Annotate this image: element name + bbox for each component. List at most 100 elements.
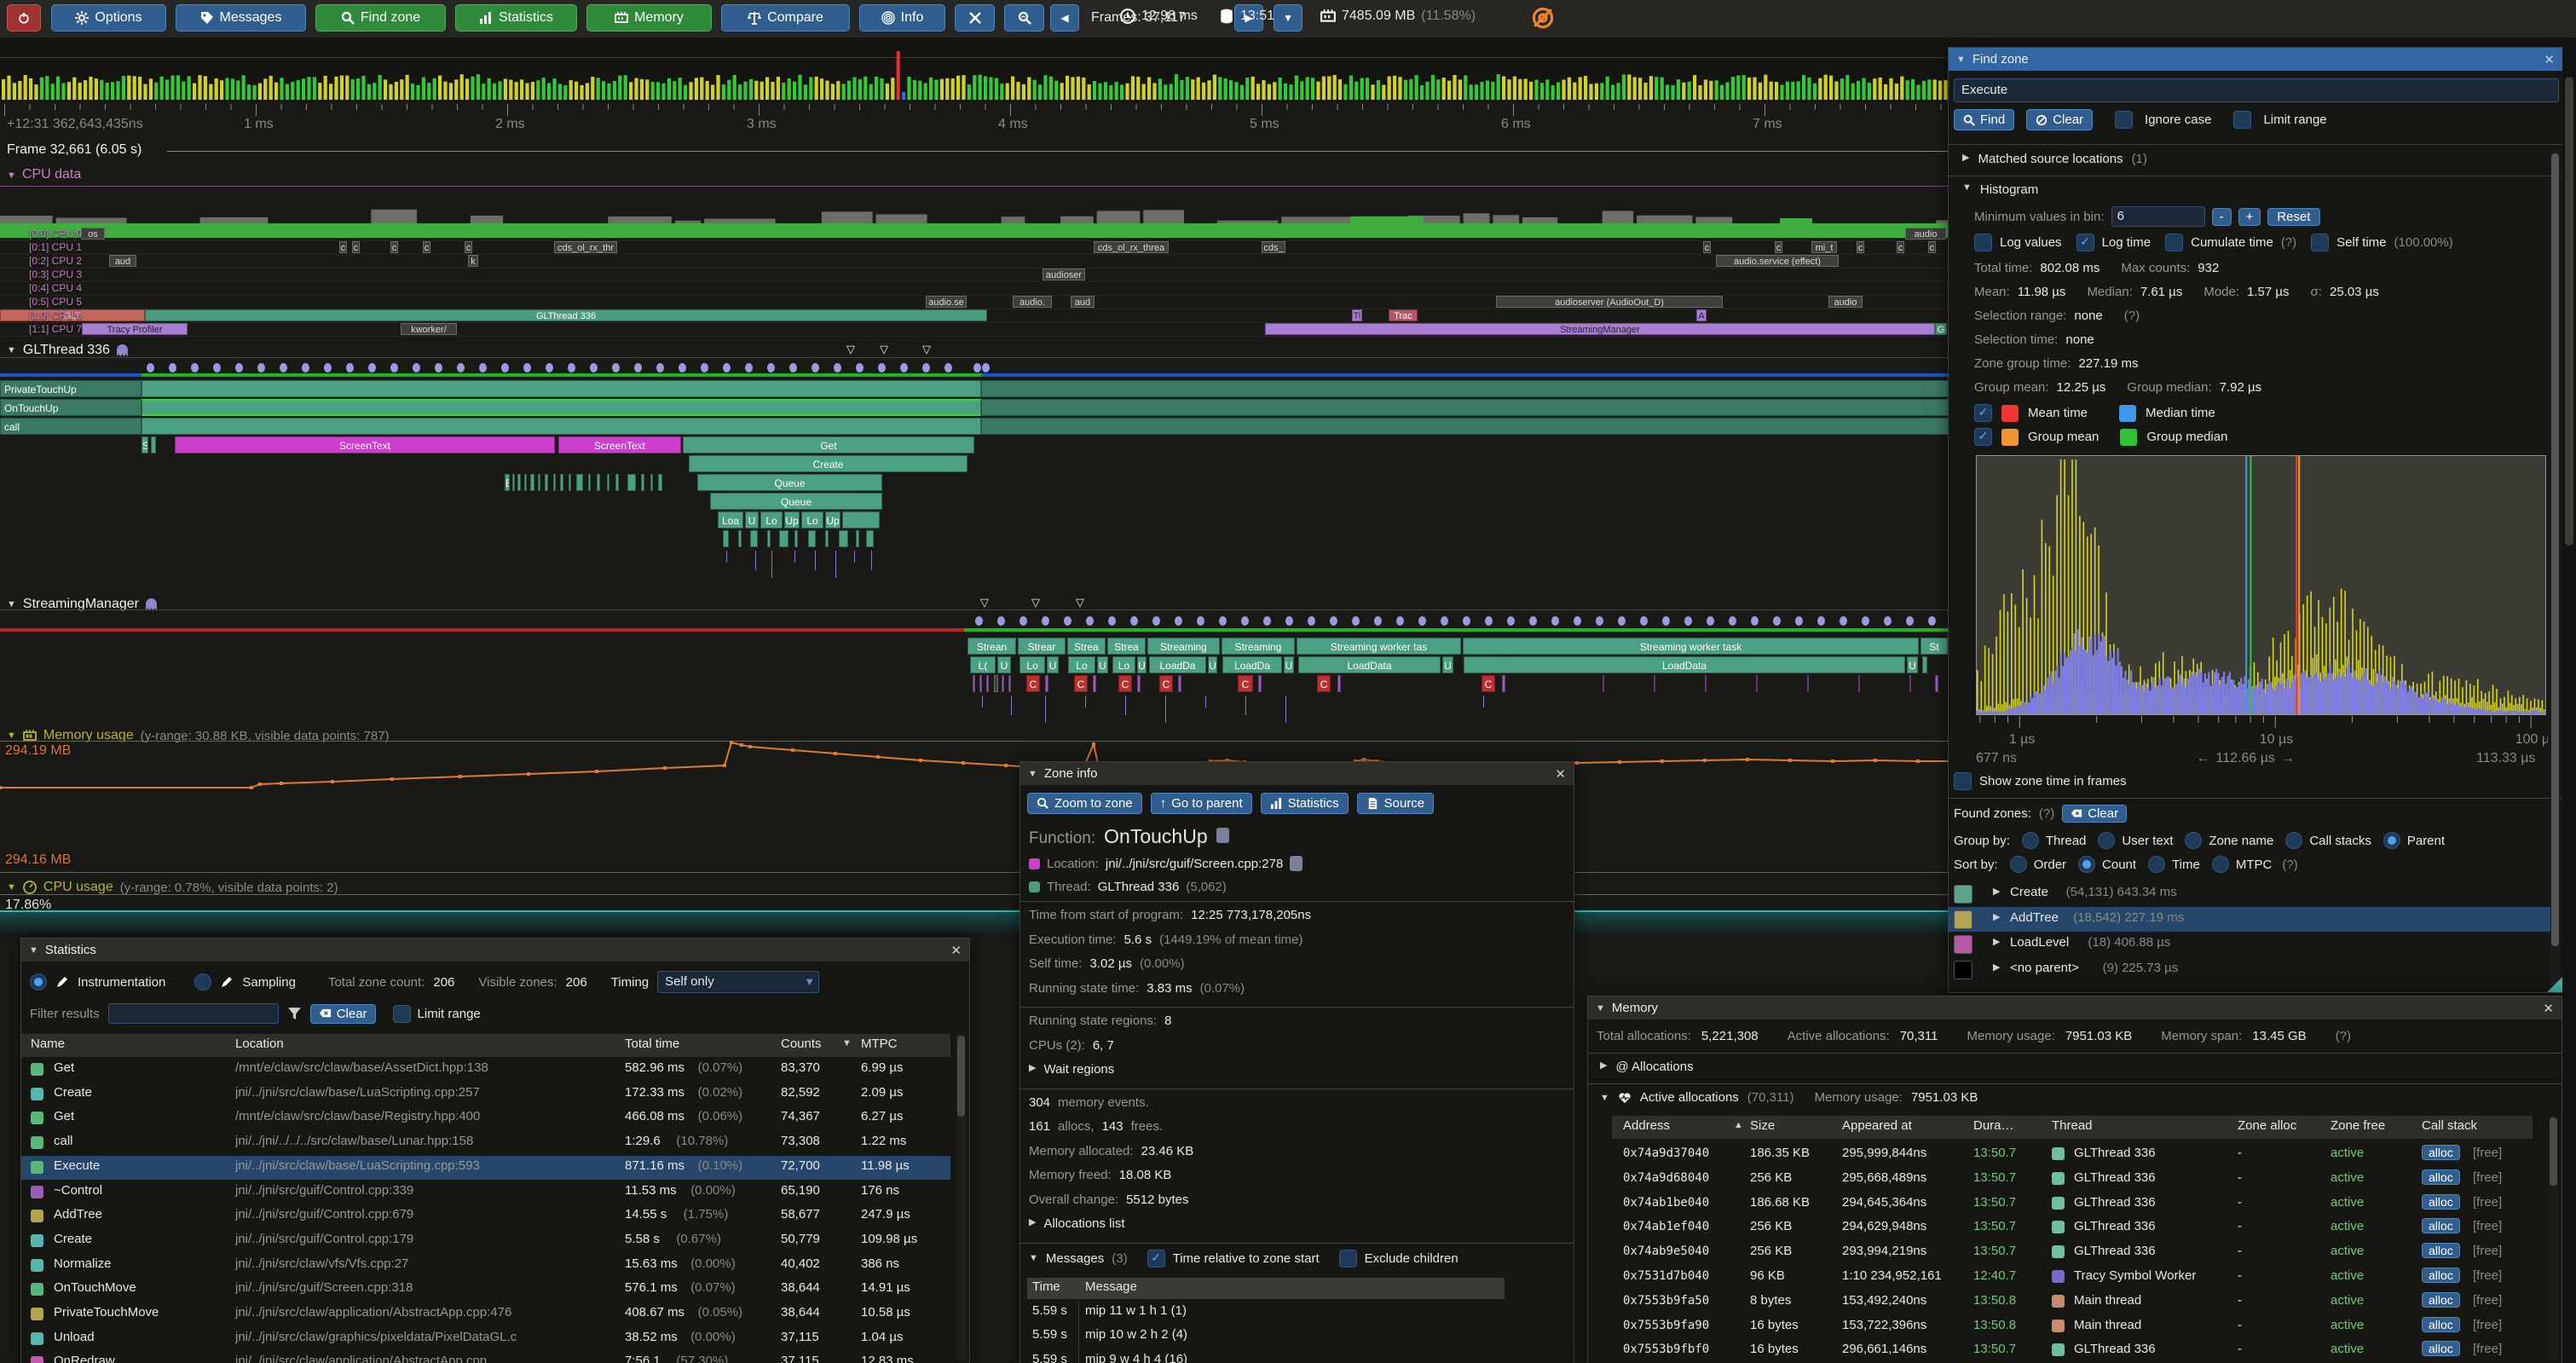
cpu-zone[interactable]: audio xyxy=(1905,228,1946,240)
button-statistics[interactable]: Statistics xyxy=(1261,793,1349,814)
sampling-radio[interactable] xyxy=(194,973,211,990)
toolbar-button-find-zone[interactable]: Find zone xyxy=(315,4,446,32)
thread-zone[interactable] xyxy=(723,530,729,547)
clear-filter-button[interactable]: Clear xyxy=(310,1004,376,1024)
statistics-titlebar[interactable]: ▼Statistics✕ xyxy=(21,939,969,962)
thread-zone[interactable]: C xyxy=(1159,675,1173,692)
thread-header[interactable]: ▼GLThread 336 xyxy=(7,343,128,358)
group-mean-checkbox[interactable]: ✓ xyxy=(1974,428,1992,446)
cpu-data-header[interactable]: ▼CPU data xyxy=(7,167,81,182)
reset-button[interactable]: Reset xyxy=(2267,208,2319,226)
thread-zone[interactable] xyxy=(576,474,583,491)
cpu-zone[interactable]: A xyxy=(1696,309,1707,321)
cpu-zone[interactable]: GLThread 336 xyxy=(145,309,987,321)
found-zone-row-selected[interactable]: ▶AddTree(18,542) 227.19 ms xyxy=(1949,907,2550,932)
thread-zone[interactable]: U xyxy=(997,656,1011,673)
sort-by-order[interactable] xyxy=(2010,856,2027,873)
cpu-zone[interactable]: aud xyxy=(1071,296,1095,308)
thread-zone[interactable]: C xyxy=(1317,675,1331,692)
group-by-user-text[interactable] xyxy=(2098,832,2115,849)
mean-time-checkbox[interactable]: ✓ xyxy=(1974,404,1992,422)
stats-row[interactable]: AddTreejni/../jni/src/guif/Control.cpp:6… xyxy=(21,1204,950,1228)
thread-zone[interactable]: U xyxy=(1208,656,1217,673)
memory-row[interactable]: 0x7553b9fa9016 bytes153,722,396ns13:50.8… xyxy=(1612,1315,2533,1339)
histogram-header-line[interactable]: ▼Histogram xyxy=(1962,182,2038,197)
column-header-total-time[interactable]: Total time xyxy=(625,1037,679,1051)
column-header-mtpc[interactable]: MTPC xyxy=(861,1037,898,1051)
thread-zone[interactable] xyxy=(839,530,848,547)
alloc-callstack-button[interactable]: alloc xyxy=(2422,1341,2460,1356)
memory-row[interactable]: 0x74a9d68040256 KB295,668,489ns13:50.7GL… xyxy=(1612,1168,2533,1192)
thread-zone[interactable]: Streaming worker tas xyxy=(1297,638,1461,655)
column-header-call-stack[interactable]: Call stack xyxy=(2422,1118,2477,1133)
cpu-zone[interactable]: cds_ol_rx_threa xyxy=(1094,241,1169,253)
thread-zone[interactable] xyxy=(866,530,874,547)
memory-scrollbar-thumb[interactable] xyxy=(2550,1118,2557,1186)
thread-zone[interactable] xyxy=(553,474,556,491)
thread-zone[interactable] xyxy=(569,474,571,491)
resize-grip-icon[interactable] xyxy=(2547,977,2562,992)
thread-zone[interactable] xyxy=(973,675,975,692)
limit-range-checkbox[interactable] xyxy=(2233,111,2251,129)
self-time-checkbox[interactable] xyxy=(2311,234,2329,251)
thread-zone[interactable]: Strea xyxy=(1107,638,1146,655)
thread-zone[interactable]: Queue xyxy=(697,474,882,491)
thread-zone[interactable] xyxy=(650,474,653,491)
thread-zone[interactable] xyxy=(1008,675,1011,692)
find-zone-scrollbar-thumb[interactable] xyxy=(2551,153,2559,946)
thread-zone[interactable]: Lo xyxy=(801,511,823,528)
thread-zone[interactable] xyxy=(808,530,816,547)
cpu-zone[interactable]: mi_t xyxy=(1811,241,1837,253)
message-marker-icon[interactable]: ▽ xyxy=(1076,596,1084,609)
cpu-zone[interactable]: cds_ xyxy=(1262,241,1285,253)
timing-dropdown[interactable]: Self only▼ xyxy=(657,971,819,993)
found-zone-row[interactable]: ▶LoadLevel(18) 406.88 µs xyxy=(1949,932,2550,956)
cpu-zone[interactable]: Ti xyxy=(1352,309,1362,321)
filter-input[interactable] xyxy=(108,1003,279,1024)
thread-zone[interactable] xyxy=(986,675,989,692)
thread-zone[interactable] xyxy=(560,474,563,491)
thread-zone[interactable]: C xyxy=(1118,675,1132,692)
toolbar-button-info[interactable]: Info xyxy=(859,4,945,32)
group-by-call-stacks[interactable] xyxy=(2285,832,2302,849)
ignore-case-checkbox[interactable] xyxy=(2115,111,2133,129)
funnel-icon[interactable] xyxy=(287,1007,302,1021)
thread-zone[interactable] xyxy=(1258,675,1262,692)
toolbar-button-power[interactable] xyxy=(7,4,41,32)
cpu-zone[interactable]: c xyxy=(339,241,347,253)
memory-row[interactable]: 0x7531d7b04096 KB1:10 234,952,16112:40.7… xyxy=(1612,1266,2533,1290)
thread-zone[interactable]: Streaming worker task xyxy=(1463,638,1919,655)
memory-titlebar[interactable]: ▼Memory✕ xyxy=(1588,996,2562,1019)
thread-zone[interactable] xyxy=(1137,675,1141,692)
thread-zone[interactable] xyxy=(607,474,609,491)
memory-row[interactable]: 0x7553b9fa508 bytes153,492,240ns13:50.8M… xyxy=(1612,1291,2533,1314)
message-marker-icon[interactable]: ▽ xyxy=(922,343,931,356)
decrease-button[interactable]: - xyxy=(2212,208,2232,226)
button-zoom-to-zone[interactable]: Zoom to zone xyxy=(1027,793,1142,814)
thread-zone[interactable]: C xyxy=(1481,675,1495,692)
thread-zone[interactable] xyxy=(1603,675,1604,692)
thread-zone[interactable] xyxy=(142,380,981,397)
find-zone-search-input[interactable]: Execute xyxy=(1954,78,2559,102)
thread-zone[interactable]: U xyxy=(745,511,759,528)
thread-zone[interactable]: Up xyxy=(784,511,800,528)
memory-row[interactable]: 0x7553b9fbf016 bytes296,661,146ns13:50.7… xyxy=(1612,1339,2533,1363)
group-by-zone-name[interactable] xyxy=(2185,832,2202,849)
thread-zone[interactable]: Strea xyxy=(1067,638,1106,655)
cpu-zone[interactable]: c xyxy=(352,241,360,253)
cpu-zone[interactable]: audio xyxy=(1828,296,1863,308)
cpu-zone[interactable]: os xyxy=(81,228,105,240)
found-zone-row[interactable]: ▶<no parent>(9) 225.73 µs xyxy=(1949,957,2550,982)
thread-zone[interactable] xyxy=(767,530,771,547)
thread-zone[interactable]: LoadDa xyxy=(1222,656,1282,673)
stats-row[interactable]: Createjni/../jni/src/claw/base/LuaScript… xyxy=(21,1083,950,1106)
thread-zone[interactable]: call xyxy=(0,418,142,435)
cpu-zone[interactable]: c xyxy=(1897,241,1904,253)
thread-zone[interactable]: Lo xyxy=(760,511,783,528)
message-marker-icon[interactable]: ▽ xyxy=(1031,596,1040,609)
alloc-callstack-button[interactable]: alloc xyxy=(2422,1292,2460,1308)
column-header-size[interactable]: Size xyxy=(1750,1118,1775,1133)
thread-zone[interactable] xyxy=(750,530,758,547)
thread-zone[interactable] xyxy=(1002,675,1004,692)
thread-zone[interactable]: S xyxy=(142,436,148,453)
